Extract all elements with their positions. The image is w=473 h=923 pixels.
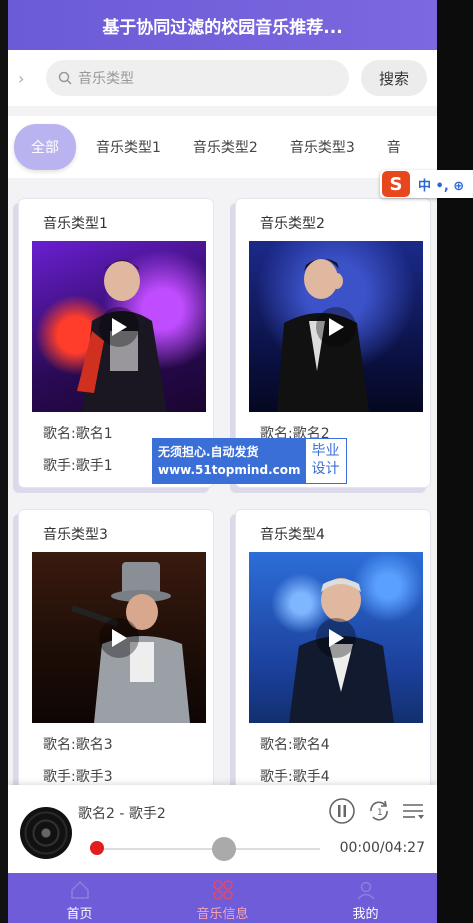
music-card[interactable]: 音乐类型3 歌名:歌名3 歌手:歌手3 [18,509,214,789]
search-bar: › 音乐类型 搜索 [8,50,437,106]
app-header: 基于协同过滤的校园音乐推荐... [8,0,437,50]
nav-home[interactable]: 首页 [8,873,151,923]
pause-icon[interactable] [328,797,356,825]
phone-screen: 基于协同过滤的校园音乐推荐... › 音乐类型 搜索 全部 音乐类型1 音乐类型… [8,0,437,923]
progress-track[interactable] [90,848,320,850]
cover-image[interactable] [32,241,206,412]
cover-image[interactable] [249,552,423,723]
volume-knob[interactable] [212,837,236,861]
mini-player: 歌名2 - 歌手2 1 00:00/04:27 [8,785,437,873]
watermark-line1: 无须担心.自动发货 [158,445,259,459]
watermark-tag2: 设计 [311,461,340,477]
vinyl-disc-icon[interactable] [20,807,72,859]
grid-icon [212,880,233,900]
song-name: 歌名:歌名3 [43,737,113,753]
search-placeholder: 音乐类型 [78,71,134,87]
nav-label: 首页 [66,907,93,922]
tab-type2[interactable]: 音乐类型2 [177,137,274,157]
time-display: 00:00/04:27 [339,840,425,856]
chevron-right-icon[interactable]: › [18,69,46,88]
search-icon [58,71,72,85]
repeat-icon[interactable]: 1 [365,797,393,825]
svg-text:1: 1 [377,808,383,818]
bottom-nav: 首页 音乐信息 我的 [8,873,437,923]
card-category: 音乐类型2 [260,216,325,232]
play-icon[interactable] [316,617,356,658]
home-icon [70,880,89,899]
nav-label: 音乐信息 [196,907,249,922]
search-button[interactable]: 搜索 [361,60,427,96]
progress-indicator[interactable] [90,841,104,855]
user-icon [356,881,375,900]
tab-type3[interactable]: 音乐类型3 [274,137,371,157]
tab-type1[interactable]: 音乐类型1 [80,137,177,157]
watermark-tag1: 毕业 [311,443,340,459]
play-icon[interactable] [316,306,356,347]
category-tabs: 全部 音乐类型1 音乐类型2 音乐类型3 音 [8,116,437,178]
card-category: 音乐类型4 [260,527,325,543]
nav-music-info[interactable]: 音乐信息 [151,873,294,923]
ime-logo: S [382,171,410,197]
ime-status: 中 •, ⊕ [418,178,465,194]
nav-mine[interactable]: 我的 [294,873,437,923]
now-playing: 歌名2 - 歌手2 [78,806,166,822]
tab-all[interactable]: 全部 [14,124,76,170]
page-title: 基于协同过滤的校园音乐推荐... [102,17,343,38]
nav-label: 我的 [352,907,379,922]
song-name: 歌名:歌名4 [260,737,330,753]
play-icon[interactable] [99,617,139,658]
cover-image[interactable] [32,552,206,723]
playlist-icon[interactable] [401,797,427,825]
play-icon[interactable] [99,306,139,347]
watermark: 无须担心.自动发货 www.51topmind.com 毕业 设计 [152,438,347,484]
cover-image[interactable] [249,241,423,412]
card-category: 音乐类型1 [43,216,108,232]
card-category: 音乐类型3 [43,527,108,543]
search-input[interactable]: 音乐类型 [46,60,349,96]
tab-type4[interactable]: 音 [371,137,417,157]
background-strip [437,0,473,923]
ime-toolbar[interactable]: S 中 •, ⊕ [380,170,473,198]
music-card[interactable]: 音乐类型4 歌名:歌名4 歌手:歌手4 [235,509,431,789]
watermark-line2: www.51topmind.com [158,463,301,477]
